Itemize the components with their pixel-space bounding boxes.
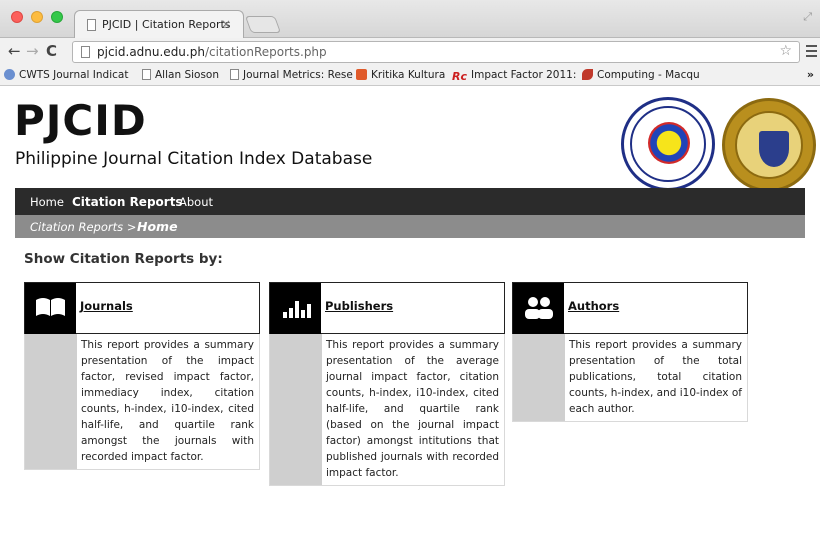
reload-icon[interactable]: C	[46, 43, 57, 59]
leaf-icon	[582, 69, 593, 80]
document-icon	[230, 69, 239, 80]
ched-seal-logo	[621, 97, 715, 191]
sr-icon	[356, 69, 367, 80]
bookmark-label: Journal Metrics: Rese	[243, 69, 353, 81]
forward-arrow-icon[interactable]: →	[26, 43, 39, 59]
fullscreen-icon[interactable]: ⤢	[803, 10, 812, 24]
document-icon	[142, 69, 151, 80]
bookmark-item[interactable]: CWTS Journal Indicat	[4, 69, 128, 81]
url-path: /citationReports.php	[204, 45, 327, 59]
browser-toolbar: ← → C pjcid.adnu.edu.ph/citationReports.…	[0, 38, 820, 66]
bookmarks-overflow-button[interactable]: »	[807, 68, 814, 81]
new-tab-button[interactable]	[244, 16, 282, 33]
book-icon	[25, 283, 76, 334]
users-icon	[513, 283, 564, 334]
rc-icon: Rc	[452, 70, 467, 83]
card-header: Journals	[24, 282, 260, 334]
report-card-publishers: Publishers This report provides a summar…	[269, 282, 505, 486]
bookmark-label: CWTS Journal Indicat	[19, 69, 129, 81]
breadcrumb: Citation Reports > Home	[15, 215, 805, 238]
site-title: PJCID	[14, 96, 147, 145]
site-subtitle: Philippine Journal Citation Index Databa…	[15, 149, 373, 169]
section-heading: Show Citation Reports by:	[24, 251, 223, 267]
bookmark-item[interactable]: Rc Impact Factor 2011:	[452, 69, 577, 83]
bookmark-label: Allan Sioson	[155, 69, 219, 81]
bookmark-item[interactable]: Computing - Macqu	[582, 69, 700, 81]
bookmark-item[interactable]: Journal Metrics: Rese	[230, 69, 353, 81]
authors-link[interactable]: Authors	[568, 299, 619, 313]
page-icon	[81, 46, 90, 58]
card-sidebar	[270, 334, 322, 485]
card-sidebar	[25, 334, 77, 469]
page-icon	[87, 19, 96, 31]
breadcrumb-parent[interactable]: Citation Reports >	[30, 220, 136, 234]
nav-citation-reports[interactable]: Citation Reports	[72, 195, 183, 209]
journals-link[interactable]: Journals	[80, 299, 133, 313]
card-body: This report provides a summary presentat…	[512, 334, 748, 422]
report-card-authors: Authors This report provides a summary p…	[512, 282, 748, 422]
back-arrow-icon[interactable]: ←	[8, 43, 21, 59]
globe-icon	[4, 69, 15, 80]
nav-home[interactable]: Home	[30, 195, 64, 209]
card-description: This report provides a summary presentat…	[569, 339, 742, 415]
bar-chart-icon	[270, 283, 321, 334]
card-description: This report provides a summary presentat…	[326, 339, 499, 479]
bookmark-item[interactable]: Allan Sioson	[142, 69, 219, 81]
card-sidebar	[513, 334, 565, 421]
card-header: Publishers	[269, 282, 505, 334]
zoom-window-button[interactable]	[51, 11, 63, 23]
tab-title: PJCID | Citation Reports	[102, 18, 231, 31]
url-host: pjcid.adnu.edu.ph	[97, 45, 205, 59]
report-card-journals: Journals This report provides a summary …	[24, 282, 260, 470]
address-bar[interactable]: pjcid.adnu.edu.ph/citationReports.php ☆	[72, 41, 800, 63]
card-body: This report provides a summary presentat…	[269, 334, 505, 486]
close-window-button[interactable]	[11, 11, 23, 23]
card-description: This report provides a summary presentat…	[81, 339, 254, 463]
browser-tab[interactable]: PJCID | Citation Reports ×	[74, 10, 244, 39]
card-body: This report provides a summary presentat…	[24, 334, 260, 470]
nav-about[interactable]: About	[179, 195, 213, 209]
publishers-link[interactable]: Publishers	[325, 299, 393, 313]
adnu-seal-logo	[722, 98, 816, 192]
bookmark-item[interactable]: Kritika Kultura	[356, 69, 445, 81]
minimize-window-button[interactable]	[31, 11, 43, 23]
bookmark-label: Impact Factor 2011:	[471, 69, 577, 81]
card-header: Authors	[512, 282, 748, 334]
bookmark-label: Kritika Kultura	[371, 69, 446, 81]
url-text[interactable]: pjcid.adnu.edu.ph/citationReports.php	[97, 45, 327, 59]
bookmark-label: Computing - Macqu	[597, 69, 700, 81]
breadcrumb-current: Home	[137, 219, 178, 234]
browser-tab-bar: PJCID | Citation Reports × ⤢	[0, 0, 820, 39]
bookmark-star-icon[interactable]: ☆	[779, 43, 792, 59]
tab-close-icon[interactable]: ×	[221, 17, 231, 31]
bookmarks-bar: CWTS Journal Indicat Allan Sioson Journa…	[0, 66, 820, 86]
menu-icon[interactable]	[806, 45, 817, 60]
main-nav: Home Citation Reports About	[15, 188, 805, 215]
